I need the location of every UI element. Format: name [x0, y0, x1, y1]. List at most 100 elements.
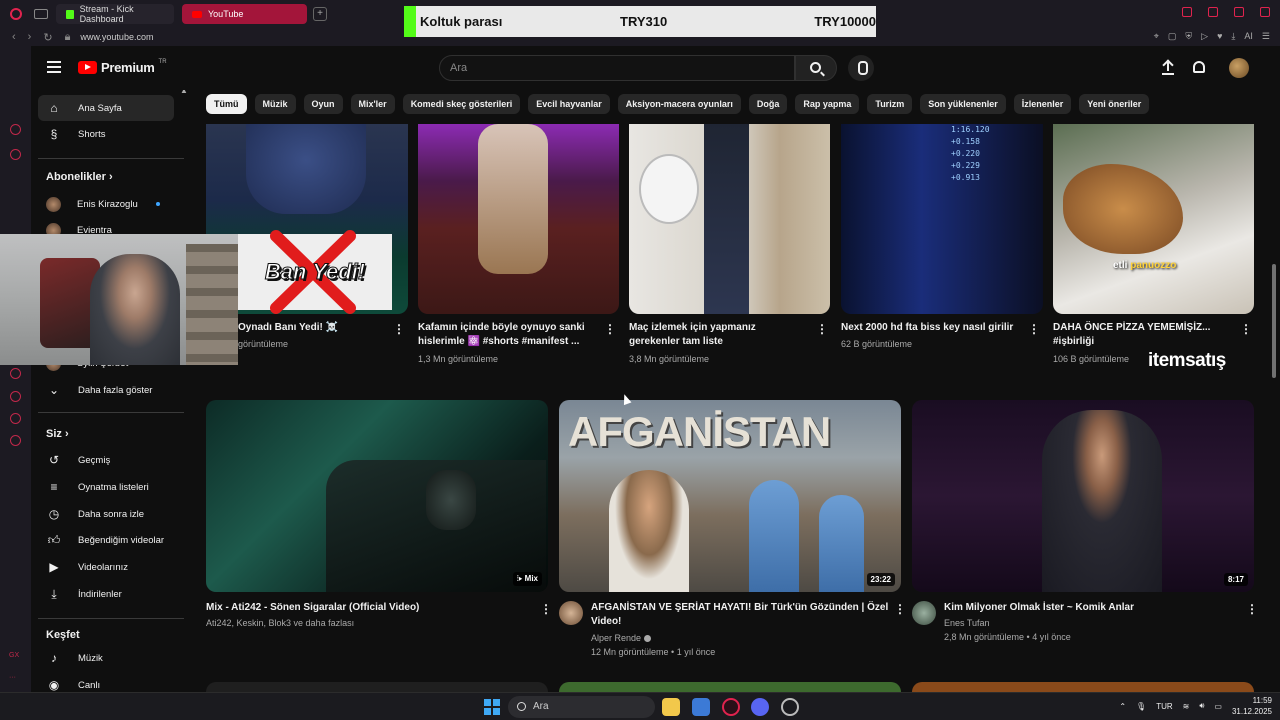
more-options-icon[interactable]: ⋮: [393, 323, 405, 335]
chip-gaming[interactable]: Oyun: [303, 94, 343, 114]
guide-item-shorts[interactable]: § Shorts: [38, 121, 174, 147]
whatsapp-icon[interactable]: [10, 124, 21, 135]
chip-rap[interactable]: Rap yapma: [795, 94, 860, 114]
channel-name[interactable]: Enes Tufan: [944, 616, 990, 630]
video-title[interactable]: Kafamın içinde böyle oynuyo sanki hisleri…: [418, 321, 593, 349]
more-options-icon[interactable]: ⋮: [540, 603, 552, 615]
battery-icon[interactable]: ▭: [1214, 702, 1222, 711]
guide-item-playlists[interactable]: ≡ Oynatma listeleri: [38, 474, 174, 500]
guide-item-watch-later[interactable]: ◷ Daha sonra izle: [38, 501, 174, 527]
video-title[interactable]: Maç izlemek için yapmanız gerekenler tam …: [629, 321, 804, 349]
forward-arrow-icon[interactable]: ›: [28, 31, 32, 43]
opera-logo-icon[interactable]: [10, 8, 22, 20]
obs-icon[interactable]: [781, 698, 799, 716]
language-indicator[interactable]: TUR: [1156, 702, 1172, 711]
new-tab-button[interactable]: +: [313, 7, 327, 21]
menu-icon[interactable]: ☰: [1262, 31, 1270, 42]
tab-youtube[interactable]: YouTube: [182, 4, 307, 24]
video-title[interactable]: Mix - Ati242 - Sönen Sigaralar (Official…: [206, 601, 526, 615]
chip-new-to-you[interactable]: Yeni öneriler: [1079, 94, 1150, 114]
minimize-button[interactable]: [1208, 7, 1218, 17]
chip-comedy[interactable]: Komedi skeç gösterileri: [402, 94, 521, 114]
video-title[interactable]: AFGANİSTAN VE ŞERİAT HAYATI! Bir Türk'ün…: [591, 601, 889, 629]
tab-menu-icon[interactable]: [34, 9, 48, 19]
account-avatar[interactable]: [1229, 58, 1249, 78]
video-thumbnail[interactable]: [1053, 124, 1254, 314]
video-thumbnail[interactable]: [206, 682, 548, 692]
reload-icon[interactable]: ↻: [43, 31, 52, 44]
messenger-icon[interactable]: [10, 149, 21, 160]
wifi-icon[interactable]: ≋: [1183, 702, 1190, 711]
youtube-logo[interactable]: Premium TR: [78, 59, 167, 75]
maximize-button[interactable]: [1234, 7, 1244, 17]
more-options-icon[interactable]: ⋮: [1028, 323, 1040, 335]
search-input[interactable]: Ara: [439, 55, 795, 81]
channel-name[interactable]: Ati242, Keskin, Blok3 ve daha fazlası: [206, 616, 354, 630]
more-side-icon[interactable]: ···: [9, 674, 16, 681]
channel-avatar[interactable]: [559, 601, 583, 625]
tab-kick-dashboard[interactable]: Stream - Kick Dashboard: [56, 4, 174, 24]
guide-item-live[interactable]: ◉ Canlı: [38, 672, 174, 692]
channel-name[interactable]: Alper Rende: [591, 631, 652, 645]
guide-item-downloads[interactable]: ⤓ İndirilenler: [38, 581, 174, 607]
video-title[interactable]: Next 2000 hd fta biss key nasıl girilir: [841, 321, 1021, 335]
chip-mixes[interactable]: Mix'ler: [350, 94, 395, 114]
heart-icon[interactable]: ♥: [1217, 31, 1222, 42]
close-window-button[interactable]: [1260, 7, 1270, 17]
ai-button[interactable]: AI: [1244, 31, 1253, 42]
chip-action-adventure[interactable]: Aksiyon-macera oyunları: [617, 94, 741, 114]
video-thumbnail[interactable]: [629, 124, 830, 314]
player-icon[interactable]: [10, 368, 21, 379]
guide-item-history[interactable]: ↺ Geçmiş: [38, 447, 174, 473]
you-header[interactable]: Siz ›: [46, 428, 69, 440]
video-title[interactable]: Oynadı Banı Yedi! ☠️: [238, 321, 388, 335]
settings-side-icon[interactable]: [10, 435, 21, 446]
video-thumbnail[interactable]: ⫶▸ Mix: [206, 400, 548, 592]
download-icon[interactable]: ⤓: [1231, 31, 1235, 42]
channel-avatar[interactable]: [912, 601, 936, 625]
store-icon[interactable]: [692, 698, 710, 716]
opera-gx-icon[interactable]: [722, 698, 740, 716]
pin-icon[interactable]: ⌖: [1154, 31, 1159, 42]
chip-recently-uploaded[interactable]: Son yüklenenler: [920, 94, 1006, 114]
history-side-icon[interactable]: [10, 391, 21, 402]
video-thumbnail[interactable]: 1:16.120 +0.158 +0.220 +0.229 +0.913: [841, 124, 1043, 314]
chip-tourism[interactable]: Turizm: [867, 94, 913, 114]
play-icon[interactable]: ▷: [1201, 31, 1208, 42]
search-tabs-icon[interactable]: [1182, 7, 1192, 17]
video-thumbnail[interactable]: [559, 682, 901, 692]
file-explorer-icon[interactable]: [662, 698, 680, 716]
discord-icon[interactable]: [751, 698, 769, 716]
shield-icon[interactable]: ⛨: [1185, 31, 1192, 42]
mic-icon[interactable]: 🎙︎: [1136, 702, 1146, 711]
guide-menu-icon[interactable]: [47, 61, 61, 73]
guide-item-your-videos[interactable]: ▶ Videolarınız: [38, 554, 174, 580]
guide-item-music[interactable]: ♪ Müzik: [38, 645, 174, 671]
guide-item-liked[interactable]: 👍︎ Beğendiğim videolar: [38, 527, 174, 553]
chip-pets[interactable]: Evcil hayvanlar: [528, 94, 610, 114]
guide-sub-enis[interactable]: Enis Kirazoglu: [38, 191, 174, 217]
back-arrow-icon[interactable]: ‹: [12, 31, 16, 43]
taskbar-search[interactable]: Ara: [508, 696, 655, 718]
tray-overflow-icon[interactable]: ⌃: [1119, 702, 1126, 711]
video-title[interactable]: DAHA ÖNCE PİZZA YEMEMİŞİZ... #işbirliği: [1053, 321, 1228, 349]
notifications-bell-icon[interactable]: [1193, 61, 1205, 73]
guide-item-home[interactable]: ⌂ Ana Sayfa: [38, 95, 174, 121]
chip-watched[interactable]: İzlenenler: [1013, 94, 1072, 114]
url-field[interactable]: www.youtube.com: [80, 32, 153, 42]
guide-show-more[interactable]: ⌄ Daha fazla göster: [38, 377, 174, 403]
voice-search-button[interactable]: [848, 55, 874, 81]
video-title[interactable]: Kim Milyoner Olmak İster ~ Komik Anlar: [944, 601, 1234, 615]
guide-scroll-up-icon[interactable]: ▲: [180, 90, 188, 95]
subscriptions-header[interactable]: Abonelikler ›: [46, 171, 113, 183]
heart-side-icon[interactable]: [10, 413, 21, 424]
search-button[interactable]: [795, 55, 837, 81]
video-thumbnail[interactable]: [418, 124, 619, 314]
more-options-icon[interactable]: ⋮: [894, 603, 906, 615]
windows-start-icon[interactable]: [484, 699, 500, 715]
more-options-icon[interactable]: ⋮: [816, 323, 828, 335]
chip-all[interactable]: Tümü: [206, 94, 247, 114]
more-options-icon[interactable]: ⋮: [604, 323, 616, 335]
snapshot-icon[interactable]: ▢: [1168, 31, 1177, 42]
volume-icon[interactable]: 🔊︎: [1199, 701, 1204, 711]
